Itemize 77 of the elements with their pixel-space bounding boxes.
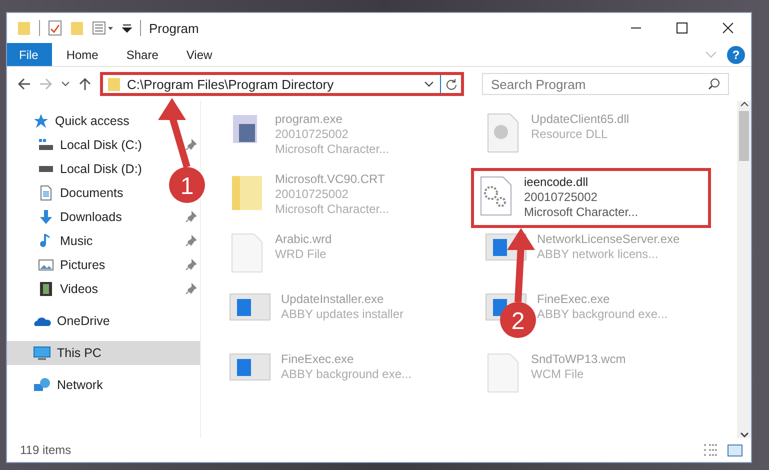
sidebar-item[interactable]: Videos — [7, 277, 102, 301]
file-detail: 20010725002 — [275, 187, 348, 202]
sidebar-item[interactable]: Pictures — [7, 253, 110, 277]
sidebar-item[interactable]: Network — [7, 373, 107, 397]
folder-icon — [17, 20, 31, 36]
help-button[interactable]: ? — [727, 46, 745, 64]
blank-file-icon — [485, 352, 521, 394]
sidebar-item[interactable]: This PC — [7, 341, 200, 365]
search-field[interactable]: Search Program — [482, 73, 729, 95]
sidebar-item[interactable]: Local Disk (C:) — [7, 133, 146, 157]
sidebar-item[interactable]: Local Disk (D:) — [7, 157, 146, 181]
callout-arrow — [158, 98, 190, 168]
forward-button[interactable] — [39, 77, 53, 91]
file-detail: Microsoft Character... — [275, 142, 390, 157]
up-button[interactable] — [78, 77, 92, 91]
ribbon-tab[interactable]: View — [172, 43, 226, 66]
film-icon — [38, 281, 54, 297]
file-detail: 20010725002 — [524, 190, 598, 205]
scroll-thumb[interactable] — [739, 111, 749, 161]
file-detail: WCM File — [531, 367, 584, 382]
file-detail: ABBY network licens... — [537, 247, 658, 262]
close-icon — [722, 22, 734, 34]
document-icon — [38, 185, 54, 201]
address-field[interactable]: C:\Program Files\Program Directory — [100, 72, 464, 96]
file-name[interactable]: ieencode.dll — [524, 175, 588, 190]
blank-file-icon — [229, 232, 265, 274]
chevron-down-icon — [705, 50, 717, 58]
window-icon — [229, 352, 271, 382]
folder-icon — [70, 20, 84, 36]
drive-icon — [38, 166, 54, 172]
chevron-up-icon — [740, 101, 748, 107]
ribbon-tab[interactable]: Share — [112, 43, 172, 66]
scrollbar[interactable] — [737, 101, 751, 438]
monitor-icon — [33, 345, 51, 361]
picture-icon — [38, 257, 54, 273]
sidebar-item[interactable]: Downloads — [7, 205, 126, 229]
chevron-down-icon — [61, 81, 70, 87]
back-arrow-icon — [17, 77, 31, 91]
sidebar-item[interactable]: OneDrive — [7, 309, 114, 333]
up-arrow-icon — [78, 77, 92, 91]
file-detail: ABBY updates installer — [281, 307, 404, 322]
refresh-icon — [445, 78, 457, 90]
large-icons-view-button[interactable] — [727, 443, 743, 457]
ribbon-tab[interactable]: File — [7, 43, 52, 66]
file-detail: WRD File — [275, 247, 326, 262]
window-icon — [229, 292, 271, 322]
down-arrow-icon — [38, 209, 54, 225]
details-view-button[interactable] — [703, 443, 719, 457]
file-detail: Microsoft Character... — [275, 202, 390, 217]
list-icon — [703, 443, 719, 457]
item-count: 119 items — [20, 443, 72, 457]
ribbon-tab[interactable]: Home — [52, 43, 112, 66]
sidebar-item[interactable]: Music — [7, 229, 97, 253]
back-button[interactable] — [17, 77, 31, 91]
drive-icon — [38, 137, 54, 153]
file-detail: 20010725002 — [275, 127, 348, 142]
recent-locations-button[interactable] — [61, 81, 70, 87]
properties-icon — [92, 20, 114, 36]
file-detail: Microsoft Character... — [524, 205, 638, 220]
window-title: Program — [149, 20, 199, 36]
picture-icon — [727, 443, 743, 457]
maximize-icon — [676, 22, 688, 34]
sidebar-item[interactable]: Documents — [7, 181, 128, 205]
chevron-down-icon — [740, 432, 748, 438]
network-icon — [33, 377, 51, 393]
star-icon — [33, 113, 49, 129]
step-badge: 2 — [500, 302, 536, 338]
folder-icon — [107, 76, 121, 92]
file-detail: ABBY background exe... — [281, 367, 412, 382]
search-icon — [708, 78, 720, 90]
chevron-down-icon — [424, 81, 434, 87]
sidebar-item[interactable]: Quick access — [7, 109, 134, 133]
file-detail: ABBY background exe... — [537, 307, 668, 322]
step-badge: 1 — [169, 167, 205, 203]
file-detail: Resource DLL — [531, 127, 608, 142]
forward-arrow-icon — [39, 77, 53, 91]
checklist-icon — [48, 20, 62, 36]
